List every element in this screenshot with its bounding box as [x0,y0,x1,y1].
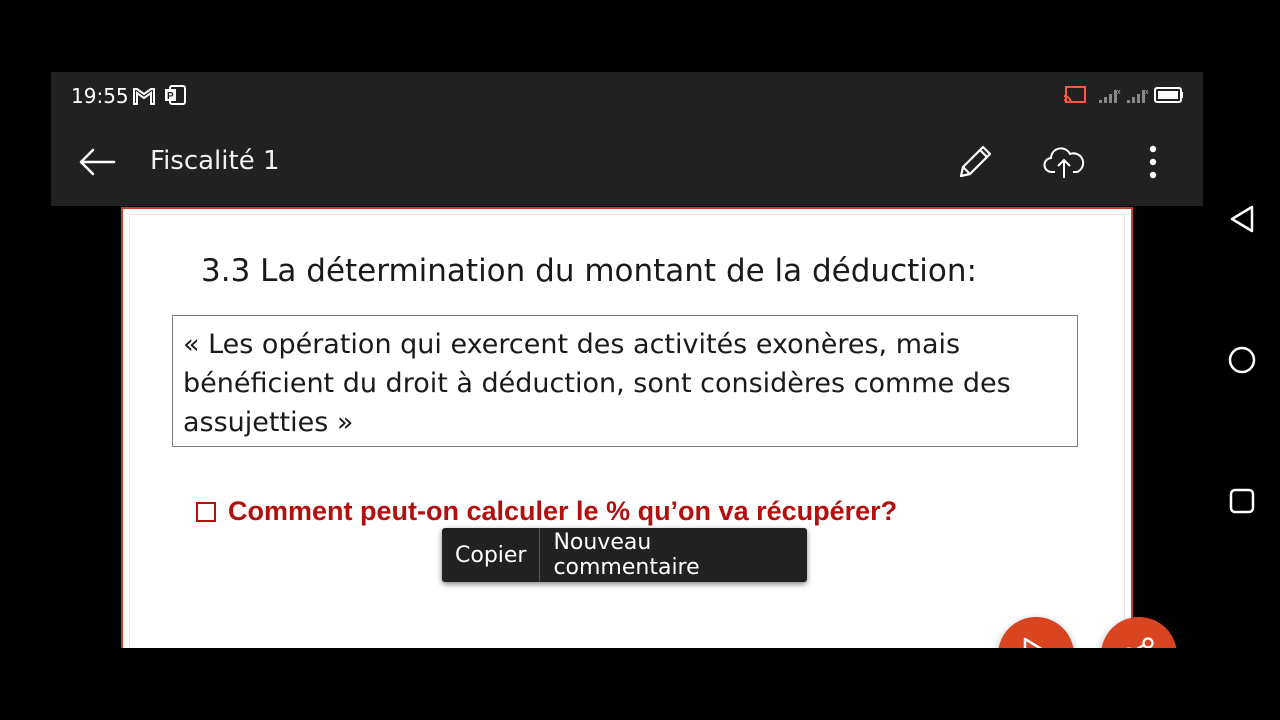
context-menu: Copier Nouveau commentaire [442,528,807,582]
quote-box: « Les opération qui exercent des activit… [172,315,1078,447]
slide-viewport: 3.3 La détermination du montant de la dé… [51,206,1203,648]
svg-text:x: x [1117,89,1121,96]
share-icon [1121,635,1157,648]
document-title: Fiscalité 1 [150,146,280,176]
quote-line: « Les opération qui exercent des activit… [183,329,961,360]
copy-menu-item[interactable]: Copier [442,528,539,582]
slide-heading: 3.3 La détermination du montant de la dé… [201,253,977,289]
more-vertical-icon[interactable] [1129,138,1177,186]
phone-screen: 19:55 P x x Fiscalité 1 3.3 La détermina… [51,72,1203,648]
gmail-icon [133,87,155,110]
app-toolbar: Fiscalité 1 [51,118,1203,206]
home-circle-icon[interactable] [1223,341,1261,379]
checkbox-bullet-icon [196,501,216,522]
new-comment-menu-item[interactable]: Nouveau commentaire [540,528,807,582]
status-bar: 19:55 P x x [51,72,1203,118]
signal-icon: x [1098,86,1122,109]
system-nav-bar [1203,0,1280,720]
quote-line: bénéficient du droit à déduction, sont c… [183,368,1011,399]
cloud-upload-icon[interactable] [1040,138,1088,186]
signal-icon: x [1126,86,1150,109]
recents-square-icon[interactable] [1223,482,1261,520]
svg-text:x: x [1145,89,1149,96]
edit-icon[interactable] [951,138,999,186]
play-icon [1021,636,1051,648]
status-time: 19:55 [71,84,129,108]
question-text: Comment peut-on calculer le % qu’on va r… [228,496,898,526]
back-triangle-icon[interactable] [1223,200,1261,238]
svg-text:P: P [167,91,174,102]
back-arrow-icon[interactable] [73,138,121,186]
question-line: Comment peut-on calculer le % qu’on va r… [196,496,897,527]
cast-icon [1063,85,1087,110]
powerpoint-icon: P [164,85,186,110]
quote-line: assujetties » [183,407,354,438]
battery-icon [1154,87,1184,108]
